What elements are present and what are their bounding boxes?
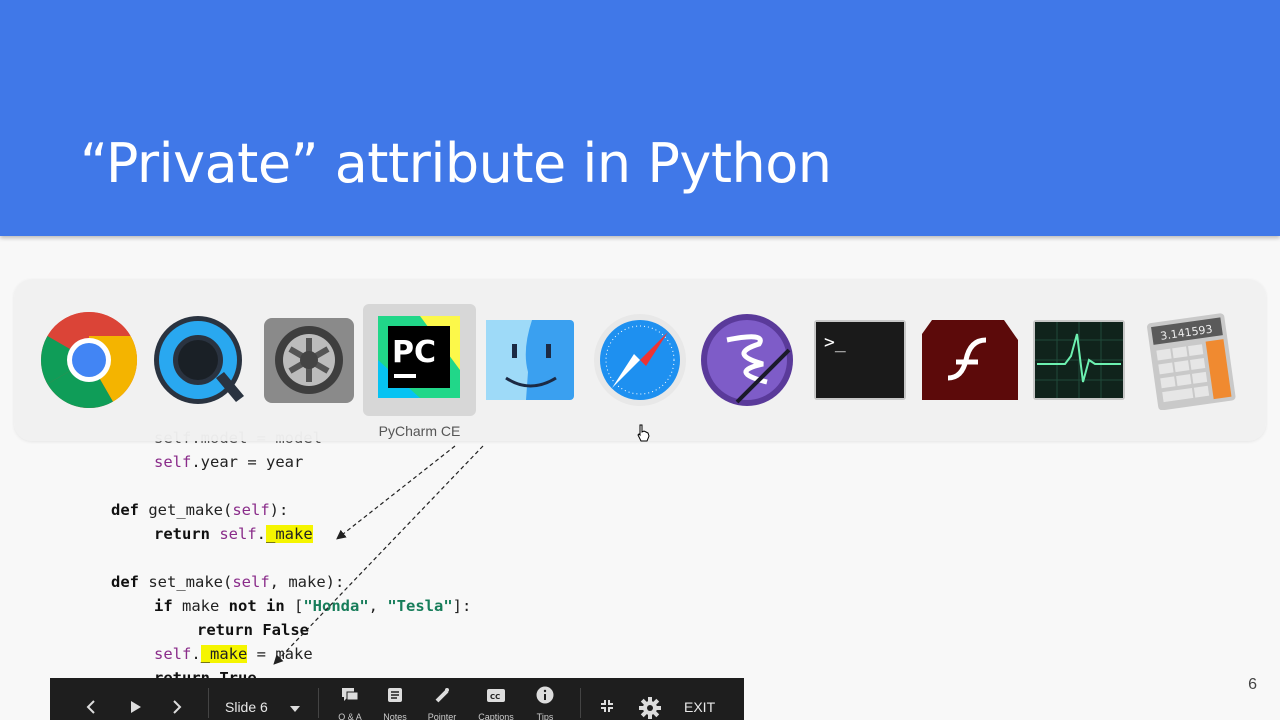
activity-monitor-icon[interactable] — [1029, 310, 1129, 410]
dock-hover-label: PyCharm CE — [378, 423, 461, 439]
finder-icon[interactable] — [480, 310, 580, 410]
settings-gear-icon[interactable] — [639, 697, 661, 719]
tips-label: Tips — [536, 712, 554, 720]
safari-icon[interactable] — [590, 310, 690, 410]
toolbar-divider — [318, 688, 319, 718]
play-button[interactable] — [130, 700, 142, 714]
pycharm-icon[interactable]: PC — [370, 310, 470, 410]
system-preferences-icon[interactable] — [259, 310, 359, 410]
arrow-to-getter — [336, 445, 456, 540]
pointer-label: Pointer — [427, 712, 457, 720]
terminal-prompt-text: >_ — [824, 332, 846, 353]
notes-button[interactable]: Notes — [380, 678, 410, 720]
emacs-icon[interactable] — [697, 310, 797, 410]
laser-pointer-icon — [435, 688, 449, 703]
captions-icon: CC — [487, 689, 505, 702]
toolbar-divider — [208, 688, 209, 718]
flash-icon[interactable] — [918, 310, 1018, 410]
chevron-down-icon[interactable] — [289, 705, 301, 713]
exit-fullscreen-icon[interactable] — [600, 699, 614, 713]
terminal-icon[interactable]: >_ — [810, 310, 910, 410]
hand-cursor-icon — [637, 424, 650, 442]
pycharm-icon-text: PC — [392, 335, 436, 370]
exit-button[interactable]: EXIT — [684, 699, 715, 715]
tips-button[interactable]: Tips — [530, 678, 560, 720]
chrome-icon[interactable] — [39, 310, 139, 410]
captions-button[interactable]: CC Captions — [478, 678, 514, 720]
next-slide-button[interactable] — [172, 700, 182, 714]
arrow-to-setter — [273, 445, 484, 665]
qa-icon — [342, 688, 359, 701]
notes-icon — [388, 688, 402, 702]
pointer-button[interactable]: Pointer — [427, 678, 457, 720]
calculator-icon[interactable]: 3.141593 — [1140, 310, 1240, 410]
slide-page-number: 6 — [1248, 676, 1257, 693]
slide-selector-label[interactable]: Slide 6 — [225, 699, 268, 715]
previous-slide-button[interactable] — [86, 700, 96, 714]
presentation-toolbar: Slide 6 Q & A Notes Pointer CC Captions … — [50, 678, 744, 720]
qa-button[interactable]: Q & A — [335, 678, 365, 720]
toolbar-divider — [580, 688, 581, 718]
quicktime-icon[interactable] — [150, 310, 250, 410]
info-icon — [536, 686, 554, 704]
svg-text:CC: CC — [490, 693, 500, 701]
